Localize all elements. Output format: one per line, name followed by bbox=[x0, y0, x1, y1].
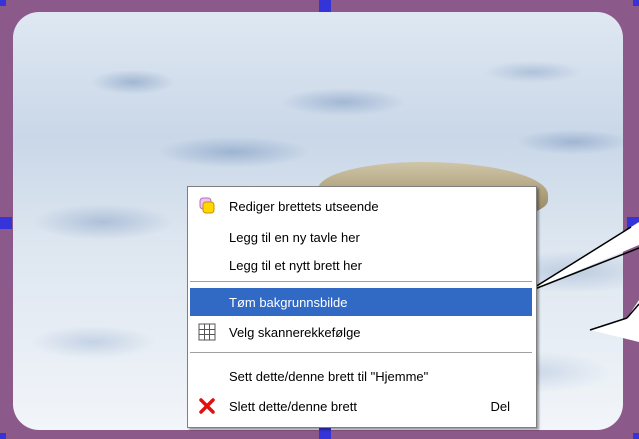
delete-x-icon bbox=[198, 397, 216, 415]
menu-item-label: Velg skannerekkefølge bbox=[229, 324, 361, 340]
menu-item-shortcut: Del bbox=[490, 398, 510, 414]
menu-item-label: Legg til et nytt brett her bbox=[229, 257, 362, 273]
menu-item-label: Tøm bakgrunnsbilde bbox=[229, 294, 348, 310]
context-menu: Rediger brettets utseende Legg til en ny… bbox=[187, 186, 537, 428]
palette-icon bbox=[198, 197, 216, 215]
menu-item-edit-appearance[interactable]: Rediger brettets utseende bbox=[190, 192, 532, 220]
resize-handle-left[interactable] bbox=[0, 217, 12, 229]
resize-handle-bottom-right[interactable] bbox=[633, 433, 639, 439]
resize-handle-bottom[interactable] bbox=[319, 427, 331, 439]
menu-item-clear-background[interactable]: Tøm bakgrunnsbilde bbox=[190, 288, 532, 316]
menu-item-label: Rediger brettets utseende bbox=[229, 198, 379, 214]
resize-handle-right[interactable] bbox=[627, 217, 639, 229]
menu-item-scan-order[interactable]: Velg skannerekkefølge bbox=[190, 318, 532, 346]
menu-item-label: Slett dette/denne brett bbox=[229, 398, 357, 414]
resize-handle-top-right[interactable] bbox=[633, 0, 639, 6]
menu-item-set-home[interactable]: Sett dette/denne brett til "Hjemme" bbox=[190, 362, 532, 390]
grid-icon bbox=[198, 323, 216, 341]
menu-separator bbox=[190, 281, 532, 283]
menu-separator bbox=[190, 352, 532, 354]
menu-item-add-board[interactable]: Legg til en ny tavle her bbox=[190, 223, 532, 251]
menu-item-delete-board[interactable]: Slett dette/denne brett Del bbox=[190, 392, 532, 420]
menu-item-label: Legg til en ny tavle her bbox=[229, 229, 360, 245]
resize-handle-top[interactable] bbox=[319, 0, 331, 12]
menu-item-add-new-board[interactable]: Legg til et nytt brett her bbox=[190, 251, 532, 279]
resize-handle-top-left[interactable] bbox=[0, 0, 6, 6]
menu-item-label: Sett dette/denne brett til "Hjemme" bbox=[229, 368, 429, 384]
resize-handle-bottom-left[interactable] bbox=[0, 433, 6, 439]
